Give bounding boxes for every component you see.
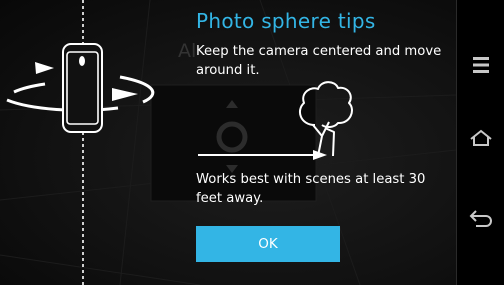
background-partial-label: Al xyxy=(178,40,197,62)
menu-icon xyxy=(473,57,489,73)
home-icon xyxy=(470,129,492,146)
back-icon xyxy=(469,210,492,227)
phone-rotation-icon xyxy=(6,43,155,133)
tip-scene-distance: Works best with scenes at least 30 feet … xyxy=(196,172,426,206)
tip-keep-centered: Keep the camera centered and move around… xyxy=(196,44,442,78)
ok-button[interactable]: OK xyxy=(196,226,340,262)
camera-viewfinder: Al Photo sphere tips Keep the camera cen… xyxy=(0,0,456,285)
home-button[interactable] xyxy=(457,118,504,158)
navigation-bar xyxy=(456,0,504,285)
back-button[interactable] xyxy=(457,198,504,238)
menu-button[interactable] xyxy=(457,45,504,85)
dialog-title: Photo sphere tips xyxy=(196,9,376,33)
